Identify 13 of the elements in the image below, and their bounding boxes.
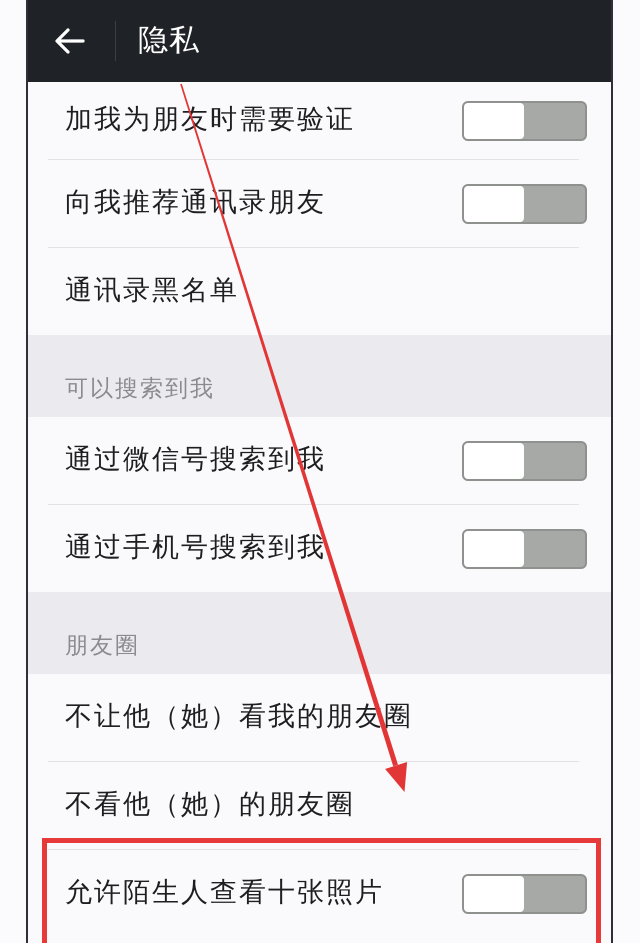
section-header: 朋友圈 (28, 592, 611, 674)
toggle-switch[interactable] (462, 440, 587, 480)
setting-label: 通过手机号搜索到我 (65, 532, 326, 565)
toggle-switch[interactable] (462, 874, 587, 914)
menu-item[interactable]: 不看他（她）的朋友圈 (28, 762, 611, 849)
back-icon[interactable] (55, 28, 85, 54)
section-header: 可以搜索到我 (28, 335, 611, 417)
toggle-switch[interactable] (462, 100, 587, 140)
menu-item[interactable]: 通讯录黑名单 (28, 248, 611, 335)
toggle-switch[interactable] (462, 528, 587, 568)
toggle-switch[interactable] (462, 184, 587, 224)
page-title: 隐私 (138, 23, 200, 59)
setting-label: 允许陌生人查看十张照片 (65, 877, 384, 910)
